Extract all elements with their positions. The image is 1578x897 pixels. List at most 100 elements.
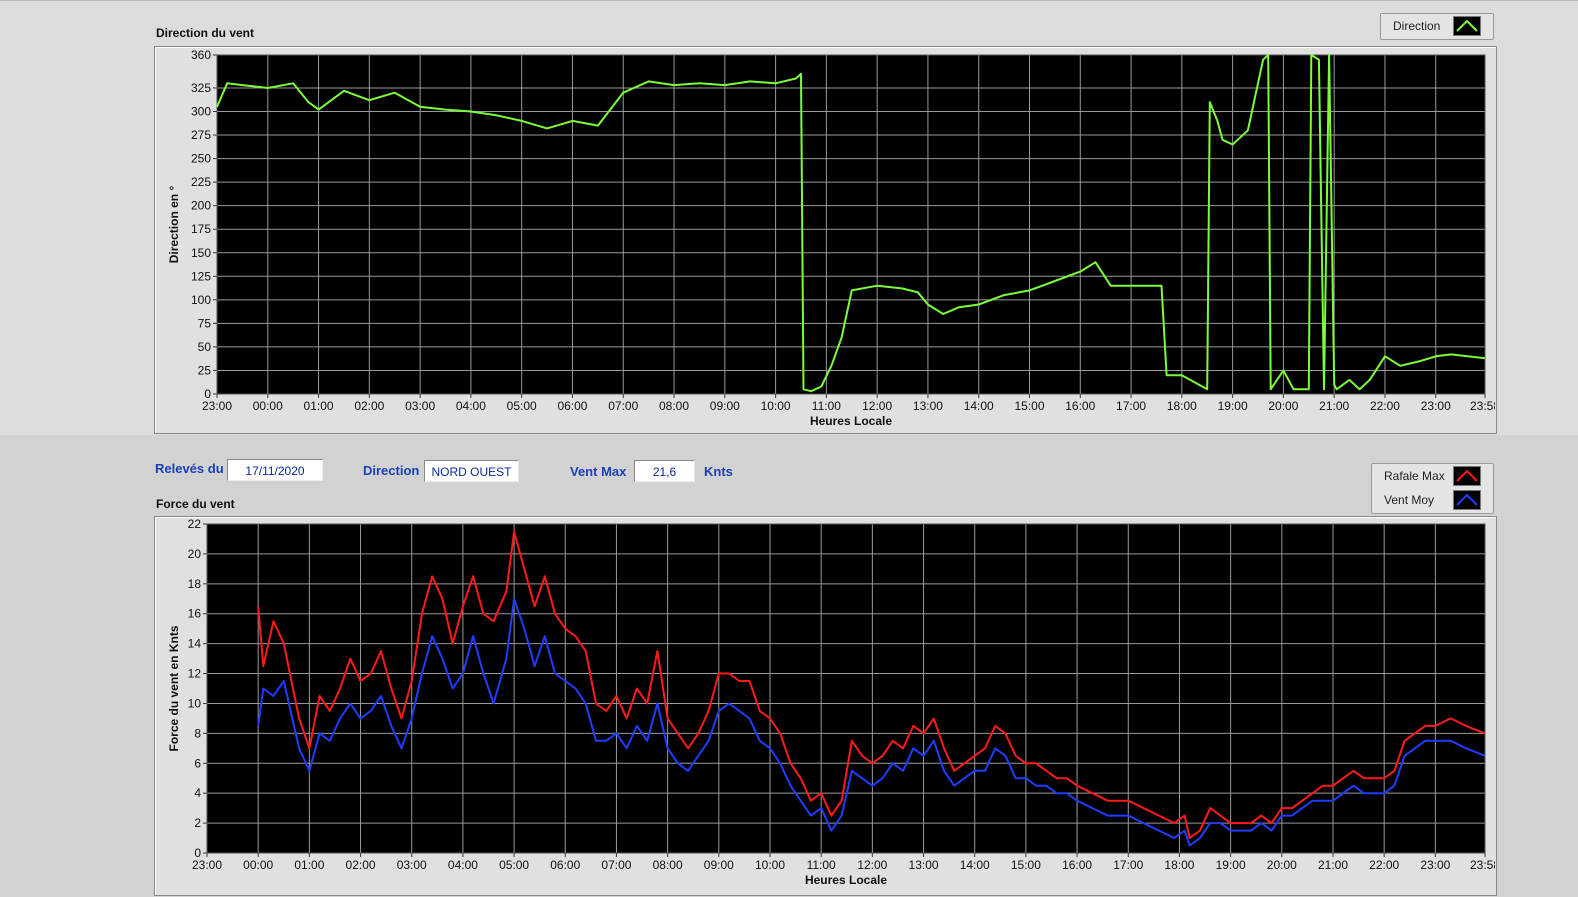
force-xtick-label: 08:00 xyxy=(653,858,683,872)
force-ytick-label: 6 xyxy=(194,756,201,770)
direction-xtick-label: 06:00 xyxy=(557,399,587,413)
force-xtick-label: 19:00 xyxy=(1216,858,1246,872)
force-yaxis-title: Force du vent en Knts xyxy=(167,625,181,751)
direction-xtick-label: 08:00 xyxy=(659,399,689,413)
force-legend: Rafale Max Vent Moy xyxy=(1371,463,1494,514)
direction-xtick-label: 22:00 xyxy=(1370,399,1400,413)
direction-ytick-label: 50 xyxy=(198,340,212,354)
legend-swatch-ventmoy xyxy=(1453,490,1481,510)
legend-label-direction: Direction xyxy=(1393,19,1441,33)
direction-chart-title: Direction du vent xyxy=(156,26,255,40)
force-ytick-label: 20 xyxy=(188,547,202,561)
force-ytick-label: 14 xyxy=(188,637,202,651)
direction-ytick-label: 0 xyxy=(204,387,211,401)
direction-xaxis-title: Heures Locale xyxy=(810,414,892,428)
ventmax-label: Vent Max xyxy=(570,464,627,479)
force-ytick-label: 16 xyxy=(188,607,202,621)
force-xtick-label: 23:00 xyxy=(192,858,222,872)
direction-xtick-label: 09:00 xyxy=(710,399,740,413)
force-xtick-label: 02:00 xyxy=(346,858,376,872)
force-xtick-label: 05:00 xyxy=(499,858,529,872)
force-ytick-label: 10 xyxy=(188,696,202,710)
ventmax-unit: Knts xyxy=(704,464,733,479)
force-ytick-label: 0 xyxy=(194,846,201,860)
force-xtick-label: 07:00 xyxy=(601,858,631,872)
force-xtick-label: 04:00 xyxy=(448,858,478,872)
releves-label: Relevés du xyxy=(155,461,224,476)
legend-swatch-rafale xyxy=(1453,466,1481,486)
force-chart-title: Force du vent xyxy=(156,497,235,511)
direction-ytick-label: 325 xyxy=(191,81,211,95)
direction-xtick-label: 04:00 xyxy=(456,399,486,413)
force-chart: 23:00 00:00 01:00 02:00 03:00 04:00 05:00 06:00… xyxy=(167,517,1495,887)
force-xtick-label: 01:00 xyxy=(294,858,324,872)
legend-label-ventmoy: Vent Moy xyxy=(1384,493,1435,507)
force-xtick-label: 03:00 xyxy=(397,858,427,872)
direction-ytick-label: 150 xyxy=(191,246,211,260)
direction-ytick-label: 25 xyxy=(198,363,212,377)
legend-swatch-direction xyxy=(1453,16,1481,36)
force-xtick-label: 06:00 xyxy=(550,858,580,872)
force-xtick-label: 21:00 xyxy=(1318,858,1348,872)
direction-xtick-label: 00:00 xyxy=(253,399,283,413)
direction-xtick-label: 05:00 xyxy=(507,399,537,413)
direction-xtick-label: 12:00 xyxy=(862,399,892,413)
legend-item-direction: Direction xyxy=(1381,14,1493,38)
force-plot-area xyxy=(207,524,1485,853)
direction-xtick-label: 17:00 xyxy=(1116,399,1146,413)
force-xtick-label: 11:00 xyxy=(807,858,836,872)
direction-xtick-label: 07:00 xyxy=(608,399,638,413)
direction-xtick-label: 14:00 xyxy=(964,399,994,413)
direction-xtick-label: 20:00 xyxy=(1268,399,1298,413)
direction-xtick-label: 23:00 xyxy=(1421,399,1451,413)
force-xtick-label: 17:00 xyxy=(1113,858,1143,872)
force-xtick-label: 09:00 xyxy=(704,858,734,872)
direction-ytick-label: 125 xyxy=(191,269,211,283)
direction-ytick-label: 300 xyxy=(191,105,211,119)
direction-xtick-label: 15:00 xyxy=(1014,399,1044,413)
direction-yaxis-title: Direction en ° xyxy=(167,186,181,264)
direction-xtick-label: 16:00 xyxy=(1065,399,1095,413)
direction-xtick-label: 10:00 xyxy=(761,399,791,413)
force-xtick-label: 16:00 xyxy=(1062,858,1092,872)
force-ytick-label: 2 xyxy=(194,816,201,830)
legend-item-rafale: Rafale Max xyxy=(1372,464,1493,488)
direction-xtick-label: 18:00 xyxy=(1167,399,1197,413)
force-xtick-label: 23:58 xyxy=(1470,858,1495,872)
direction-ytick-label: 275 xyxy=(191,128,211,142)
direction-xtick-label: 11:00 xyxy=(812,399,841,413)
direction-xtick-label: 23:58 xyxy=(1470,399,1495,413)
direction-ytick-label: 100 xyxy=(191,293,211,307)
legend-label-rafale: Rafale Max xyxy=(1384,469,1445,483)
direction-xtick-label: 01:00 xyxy=(304,399,334,413)
direction-field[interactable]: NORD OUEST xyxy=(424,460,519,482)
direction-xtick-label: 19:00 xyxy=(1218,399,1248,413)
direction-xtick-label: 21:00 xyxy=(1319,399,1349,413)
date-field[interactable]: 17/11/2020 xyxy=(227,459,323,481)
ventmax-field[interactable]: 21,6 xyxy=(634,460,695,482)
force-ytick-label: 18 xyxy=(188,577,202,591)
legend-item-ventmoy: Vent Moy xyxy=(1372,488,1493,512)
force-xtick-label: 20:00 xyxy=(1267,858,1297,872)
direction-ytick-label: 200 xyxy=(191,199,211,213)
force-xtick-label: 10:00 xyxy=(755,858,785,872)
direction-ytick-label: 175 xyxy=(191,222,211,236)
direction-label: Direction xyxy=(363,463,420,478)
force-ytick-label: 4 xyxy=(194,786,201,800)
direction-xtick-label: 02:00 xyxy=(354,399,384,413)
direction-xtick-label: 13:00 xyxy=(913,399,943,413)
force-ytick-label: 22 xyxy=(188,517,202,531)
force-xaxis-title: Heures Locale xyxy=(805,873,887,887)
direction-ytick-label: 75 xyxy=(198,316,212,330)
direction-xtick-label: 03:00 xyxy=(405,399,435,413)
force-xtick-label: 00:00 xyxy=(243,858,273,872)
direction-ytick-label: 360 xyxy=(191,48,211,62)
direction-ytick-label: 250 xyxy=(191,152,211,166)
direction-legend: Direction xyxy=(1380,13,1494,40)
direction-chart: 23:00 00:00 01:00 02:00 03:00 04:00 05:00 06:00… xyxy=(167,48,1495,428)
force-xtick-label: 12:00 xyxy=(857,858,887,872)
force-xtick-label: 23:00 xyxy=(1420,858,1450,872)
direction-xtick-label: 23:00 xyxy=(202,399,232,413)
force-ytick-label: 8 xyxy=(194,726,201,740)
force-xtick-label: 18:00 xyxy=(1164,858,1194,872)
